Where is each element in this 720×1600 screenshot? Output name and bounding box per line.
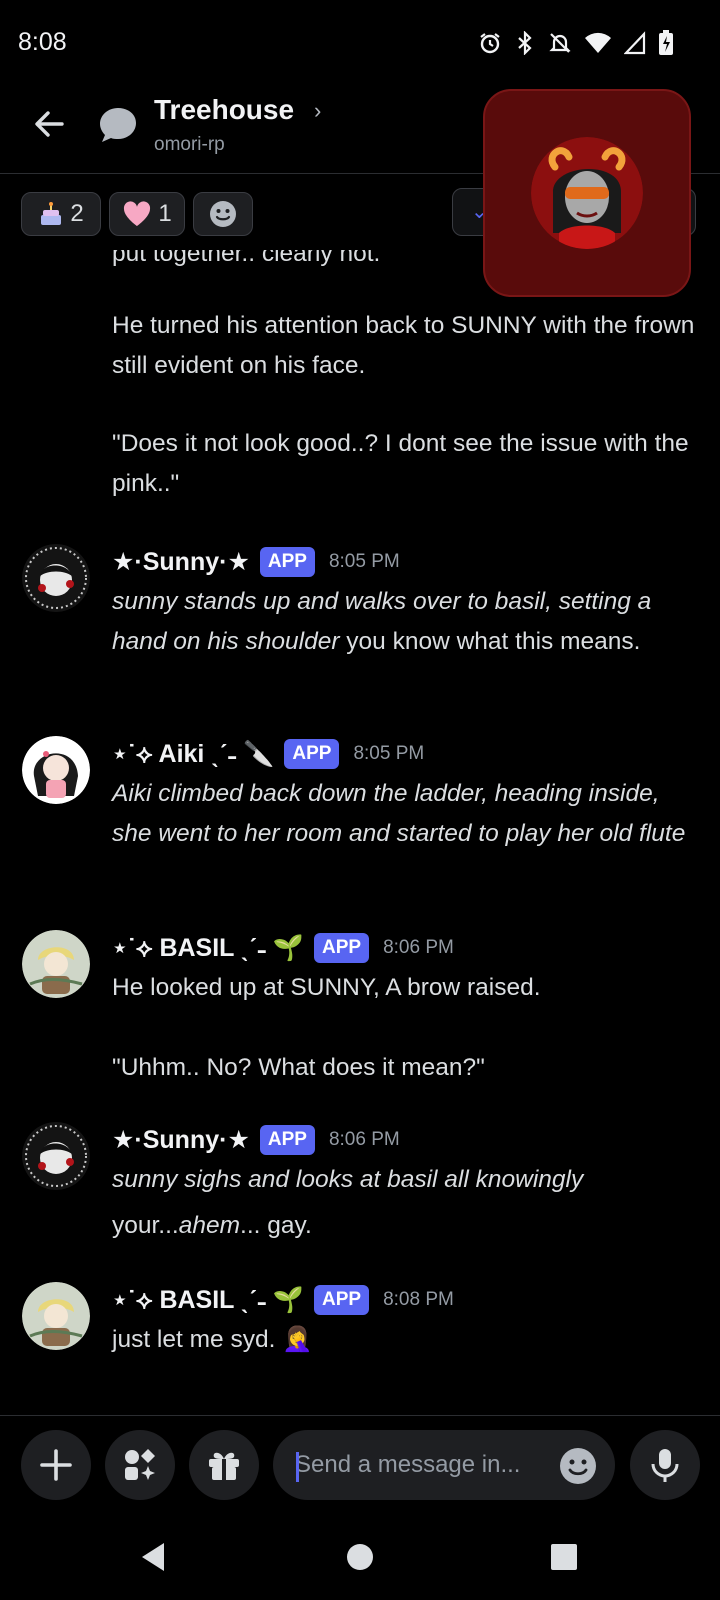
timestamp: 8:05 PM bbox=[353, 743, 425, 764]
status-time: 8:08 bbox=[18, 28, 67, 56]
circle-home-icon bbox=[347, 1544, 373, 1570]
arrow-left-icon bbox=[35, 111, 64, 137]
square-recents-icon bbox=[551, 1544, 577, 1570]
triangle-back-icon bbox=[142, 1543, 164, 1571]
message-text: Aiki climbed back down the ladder, headi… bbox=[112, 774, 704, 854]
message-plain: you know what this means. bbox=[339, 628, 641, 655]
message-header: ⋆˙⟡ Aiki ˎˊ˗ 🔪 APP 8:05 PM bbox=[112, 736, 424, 772]
message-text: "Does it not look good..? I dont see the… bbox=[112, 430, 689, 497]
message-text: sunny sighs and looks at basil all knowi… bbox=[112, 1160, 704, 1200]
voice-message-button[interactable] bbox=[630, 1430, 700, 1500]
gift-icon bbox=[209, 1452, 239, 1480]
chevron-right-icon[interactable]: › bbox=[314, 98, 321, 124]
message-text: your...ahem... gay. bbox=[112, 1206, 704, 1246]
app-badge: APP bbox=[259, 1125, 315, 1155]
message-composer bbox=[0, 1415, 720, 1515]
battery-charging-icon bbox=[659, 30, 673, 55]
nav-home-button[interactable] bbox=[340, 1537, 380, 1577]
status-bar: 8:08 bbox=[0, 0, 720, 88]
timestamp: 8:05 PM bbox=[328, 551, 400, 572]
microphone-icon bbox=[651, 1449, 679, 1482]
message-italic: ahem bbox=[178, 1212, 241, 1239]
smiley-icon bbox=[210, 201, 236, 227]
nav-back-button[interactable] bbox=[134, 1537, 174, 1577]
message-list: put together.. clearly not. He turned hi… bbox=[0, 250, 720, 1415]
avatar[interactable] bbox=[22, 930, 90, 998]
username[interactable]: ⋆˙⟡ Aiki ˎˊ˗ 🔪 bbox=[112, 739, 274, 769]
gift-button[interactable] bbox=[189, 1430, 259, 1500]
alarm-icon bbox=[480, 33, 500, 54]
pip-avatar bbox=[531, 137, 643, 249]
app-badge: APP bbox=[284, 739, 340, 769]
text-caret bbox=[296, 1452, 299, 1482]
message-text: sunny stands up and walks over to basil,… bbox=[112, 582, 704, 662]
thread-icon bbox=[98, 106, 138, 144]
avatar[interactable] bbox=[22, 1282, 90, 1350]
message-text: just let me syd. 🤦‍♀️ bbox=[112, 1326, 313, 1353]
system-nav-bar bbox=[0, 1515, 720, 1600]
message-plain: your... bbox=[112, 1212, 179, 1239]
reaction-cake[interactable]: 2 bbox=[21, 192, 101, 236]
avatar[interactable] bbox=[22, 736, 90, 804]
pink-heart-icon bbox=[124, 201, 151, 226]
app-badge: APP bbox=[314, 1285, 370, 1315]
username[interactable]: ★·Sunny·★ bbox=[112, 547, 250, 577]
apps-button[interactable] bbox=[105, 1430, 175, 1500]
app-badge: APP bbox=[259, 547, 315, 577]
smiley-icon bbox=[560, 1448, 596, 1484]
birthday-cake-icon bbox=[41, 202, 62, 225]
message-text: He looked up at SUNNY, A brow raised. bbox=[112, 974, 541, 1001]
timestamp: 8:06 PM bbox=[383, 937, 454, 958]
plus-icon bbox=[40, 1449, 72, 1481]
username[interactable]: ⋆˙⟡ BASIL ˎˊ˗ 🌱 bbox=[112, 1285, 304, 1315]
message-italic: sunny sighs and looks at basil all knowi… bbox=[112, 1166, 584, 1193]
status-icons bbox=[478, 30, 674, 56]
timestamp: 8:06 PM bbox=[328, 1129, 400, 1150]
back-button[interactable] bbox=[28, 102, 72, 146]
app-badge: APP bbox=[314, 933, 370, 963]
notifications-off-icon bbox=[549, 33, 571, 53]
reaction-heart[interactable]: 1 bbox=[109, 192, 185, 236]
avatar[interactable] bbox=[22, 544, 90, 612]
channel-title[interactable]: Treehouse bbox=[154, 94, 294, 126]
bluetooth-icon bbox=[518, 31, 532, 55]
message-header: ★·Sunny·★ APP 8:05 PM bbox=[112, 544, 400, 580]
message-header: ⋆˙⟡ BASIL ˎˊ˗ 🌱 APP 8:08 PM bbox=[112, 1282, 454, 1318]
add-reaction-button[interactable] bbox=[193, 192, 253, 236]
username[interactable]: ⋆˙⟡ BASIL ˎˊ˗ 🌱 bbox=[112, 933, 304, 963]
message-header: ★·Sunny·★ APP 8:06 PM bbox=[112, 1122, 400, 1158]
message-plain: ... gay. bbox=[240, 1212, 312, 1239]
signal-icon bbox=[624, 31, 646, 55]
reaction-count: 1 bbox=[158, 200, 172, 227]
message-text: "Uhhm.. No? What does it mean?" bbox=[112, 1054, 485, 1081]
nav-recents-button[interactable] bbox=[544, 1537, 584, 1577]
add-attachment-button[interactable] bbox=[21, 1430, 91, 1500]
message-text: He turned his attention back to SUNNY wi… bbox=[112, 312, 695, 379]
emoji-button[interactable] bbox=[558, 1446, 598, 1486]
reaction-count: 2 bbox=[70, 200, 84, 227]
message-header: ⋆˙⟡ BASIL ˎˊ˗ 🌱 APP 8:06 PM bbox=[112, 930, 454, 966]
message-italic: Aiki climbed back down the ladder, headi… bbox=[112, 780, 686, 847]
floating-call-bubble[interactable] bbox=[483, 89, 691, 297]
username[interactable]: ★·Sunny·★ bbox=[112, 1125, 250, 1155]
avatar[interactable] bbox=[22, 1122, 90, 1190]
channel-subtitle: omori-rp bbox=[154, 134, 225, 155]
apps-icon bbox=[125, 1449, 155, 1480]
timestamp: 8:08 PM bbox=[383, 1289, 454, 1310]
wifi-icon bbox=[585, 32, 611, 53]
